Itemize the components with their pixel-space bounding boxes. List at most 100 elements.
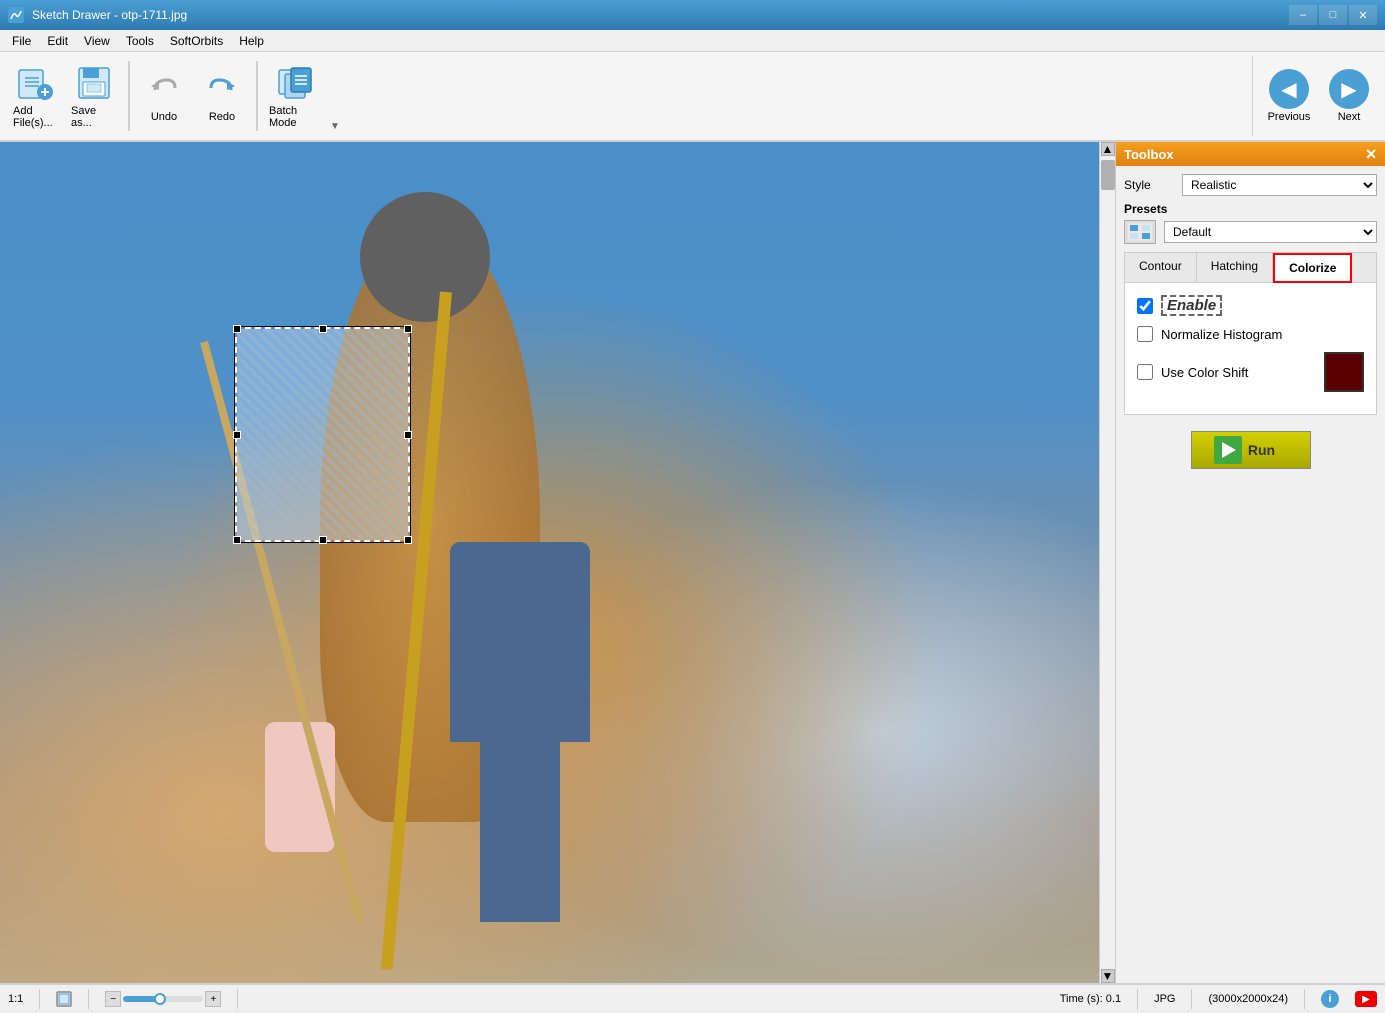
title-bar: Sketch Drawer - otp-1711.jpg – □ ✕ (0, 0, 1385, 30)
toolbar: Add File(s)... Save as... Undo (0, 52, 1385, 142)
more-button[interactable]: ▼ (330, 118, 340, 132)
vertical-scrollbar[interactable]: ▲ ▼ (1099, 142, 1115, 983)
enable-label: Enable (1161, 295, 1222, 316)
menu-view[interactable]: View (76, 32, 118, 50)
window-title: Sketch Drawer - otp-1711.jpg (32, 8, 187, 22)
redo-label: Redo (209, 111, 235, 123)
zoom-controls-segment: − + (105, 991, 221, 1007)
selection-box[interactable] (235, 327, 410, 542)
zoom-plus-button[interactable]: + (205, 991, 221, 1007)
toolbox-content: Style Realistic Presets (1116, 166, 1385, 983)
format-segment: JPG (1154, 993, 1175, 1005)
color-shift-label: Use Color Shift (1161, 365, 1248, 380)
enable-checkbox[interactable] (1137, 298, 1153, 314)
status-div-6 (1304, 989, 1305, 1009)
previous-label: Previous (1268, 111, 1311, 123)
toolbox-panel: Toolbox ✕ Style Realistic Presets (1115, 142, 1385, 983)
add-files-label: Add File(s)... (13, 105, 59, 129)
menu-edit[interactable]: Edit (39, 32, 76, 50)
more-icon: ▼ (330, 121, 340, 132)
image-canvas (0, 142, 1099, 983)
handle-tr[interactable] (404, 325, 412, 333)
menu-tools[interactable]: Tools (118, 32, 162, 50)
run-label: Run (1248, 442, 1275, 458)
vscroll-down[interactable]: ▼ (1101, 969, 1115, 983)
colorize-tab-content: Enable Normalize Histogram Use Color Shi… (1125, 283, 1376, 414)
color-swatch[interactable] (1324, 352, 1364, 392)
run-button[interactable]: Run (1191, 431, 1311, 469)
zoom-thumb (154, 993, 166, 1005)
previous-button[interactable]: ◀ Previous (1261, 56, 1317, 136)
image-area[interactable] (0, 142, 1099, 983)
main-area: ▲ ▼ Toolbox ✕ Style Realistic Presets (0, 142, 1385, 983)
info-button[interactable]: i (1321, 990, 1339, 1008)
vscroll-up[interactable]: ▲ (1101, 142, 1115, 156)
status-div-5 (1191, 989, 1192, 1009)
zoom-minus-button[interactable]: − (105, 991, 121, 1007)
toolbar-separator-2 (256, 61, 258, 131)
presets-row: Default (1124, 220, 1377, 244)
tab-colorize[interactable]: Colorize (1273, 253, 1352, 283)
undo-button[interactable]: Undo (136, 56, 192, 136)
save-as-button[interactable]: Save as... (66, 56, 122, 136)
batch-mode-button[interactable]: Batch Mode (264, 56, 328, 136)
color-shift-checkbox[interactable] (1137, 364, 1153, 380)
undo-icon (144, 69, 184, 109)
status-div-2 (88, 989, 89, 1009)
presets-label: Presets (1124, 202, 1377, 216)
fit-segment (56, 991, 72, 1007)
handle-bm[interactable] (319, 536, 327, 544)
toolbox-close-button[interactable]: ✕ (1365, 146, 1377, 163)
zoom-slider[interactable] (123, 996, 203, 1002)
status-div-4 (1137, 989, 1138, 1009)
handle-tm[interactable] (319, 325, 327, 333)
handle-bl[interactable] (233, 536, 241, 544)
handle-mr[interactable] (404, 431, 412, 439)
person-figure (450, 542, 590, 912)
zoom-value: 1:1 (8, 993, 23, 1005)
app-icon (8, 7, 24, 23)
style-select[interactable]: Realistic (1182, 174, 1377, 196)
dimensions-segment: (3000x2000x24) (1208, 993, 1288, 1005)
handle-br[interactable] (404, 536, 412, 544)
status-div-1 (39, 989, 40, 1009)
menu-file[interactable]: File (4, 32, 39, 50)
normalize-checkbox[interactable] (1137, 326, 1153, 342)
run-button-area: Run (1124, 423, 1377, 477)
redo-button[interactable]: Redo (194, 56, 250, 136)
selection-preview (237, 329, 408, 540)
normalize-label: Normalize Histogram (1161, 327, 1282, 342)
minimize-button[interactable]: – (1289, 5, 1317, 25)
toolbox-title: Toolbox (1124, 147, 1174, 162)
add-files-icon (16, 63, 56, 103)
menu-bar: File Edit View Tools SoftOrbits Help (0, 30, 1385, 52)
redo-icon (202, 69, 242, 109)
batch-icon (276, 63, 316, 103)
handle-ml[interactable] (233, 431, 241, 439)
tab-hatching[interactable]: Hatching (1197, 253, 1273, 282)
next-label: Next (1338, 111, 1361, 123)
format-label: JPG (1154, 993, 1175, 1005)
tab-contour[interactable]: Contour (1125, 253, 1197, 282)
next-button[interactable]: ▶ Next (1321, 56, 1377, 136)
run-icon (1214, 436, 1242, 464)
close-button[interactable]: ✕ (1349, 5, 1377, 25)
menu-softorbits[interactable]: SoftOrbits (162, 32, 231, 50)
toolbox-header: Toolbox ✕ (1116, 142, 1385, 166)
add-files-button[interactable]: Add File(s)... (8, 56, 64, 136)
menu-help[interactable]: Help (231, 32, 272, 50)
vscroll-thumb[interactable] (1101, 160, 1115, 190)
presets-select[interactable]: Default (1164, 221, 1377, 243)
time-label: Time (s): 0.1 (1060, 993, 1121, 1005)
toolbar-separator-1 (128, 61, 130, 131)
youtube-button[interactable]: ▶ (1355, 991, 1377, 1007)
presets-icon (1124, 220, 1156, 244)
dimensions-label: (3000x2000x24) (1208, 993, 1288, 1005)
presets-section: Presets Default (1124, 202, 1377, 244)
tabs-header: Contour Hatching Colorize (1125, 253, 1376, 283)
window-controls: – □ ✕ (1289, 5, 1377, 25)
batch-label: Batch Mode (269, 105, 323, 129)
handle-tl[interactable] (233, 325, 241, 333)
save-label: Save as... (71, 105, 117, 129)
maximize-button[interactable]: □ (1319, 5, 1347, 25)
